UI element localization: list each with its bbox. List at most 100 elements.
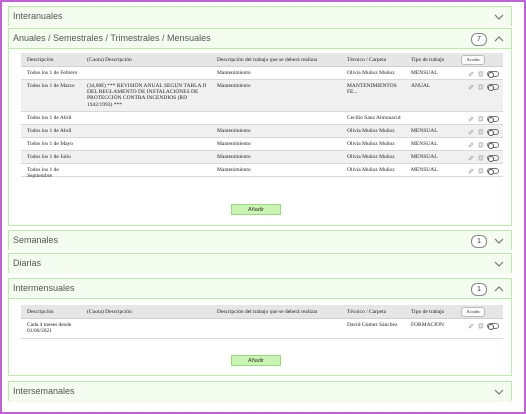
- header-cuota: (Cuota) Descripción: [87, 309, 132, 315]
- header-descripcion: Descripción: [27, 309, 54, 315]
- copy-icon[interactable]: [478, 71, 484, 77]
- copy-icon[interactable]: [478, 84, 484, 90]
- cell-descripcion: Cada 4 meses desde 01/06/2021: [27, 322, 72, 335]
- header-tecnico: Técnico / Carpeta: [347, 309, 387, 315]
- chevron-down-icon[interactable]: [492, 385, 506, 399]
- copy-icon[interactable]: [478, 323, 484, 329]
- copy-icon[interactable]: [478, 116, 484, 122]
- cell-tecnico: Cecilio Sanz Almonacid: [347, 115, 401, 121]
- panel-header-intermensuales[interactable]: Intermensuales 1: [9, 279, 511, 299]
- table-row[interactable]: Todos los 1 de Abril Mantenimiento Olivia …: [21, 125, 503, 138]
- table-row[interactable]: Todos los 1 de Marzo (34,00€) *** REVISIÓ…: [21, 80, 503, 112]
- cell-descripcion: Todos los 1 de Septiembre: [27, 167, 59, 180]
- cell-tipo: ANUAL: [411, 83, 431, 89]
- toggle-switch[interactable]: [487, 71, 499, 78]
- cell-tecnico: Olivia Muñoz Muñoz: [347, 141, 395, 147]
- cell-cuota: (34,00€) *** REVISIÓN ANUAL SEGÚN TABLA …: [87, 83, 207, 108]
- table-row[interactable]: Todos los 1 de Mayo Mantenimiento Olivia M…: [21, 138, 503, 151]
- panel-header-diarias[interactable]: Diarias: [9, 254, 511, 274]
- panel-header-semanales[interactable]: Semanales 1: [9, 231, 511, 251]
- cell-trabajo: Mantenimiento: [217, 70, 251, 76]
- header-cuota: (Cuota) Descripción: [87, 57, 132, 63]
- cell-trabajo: Mantenimiento: [217, 83, 251, 89]
- edit-icon[interactable]: [468, 129, 474, 135]
- table-row[interactable]: Todos los 1 de Abril Cecilio Sanz Almonac…: [21, 112, 503, 125]
- panel-title: Intersemanales: [13, 386, 75, 396]
- edit-icon[interactable]: [468, 323, 474, 329]
- count-badge: 7: [471, 33, 487, 46]
- edit-icon[interactable]: [468, 168, 474, 174]
- header-descripcion: Descripción: [27, 57, 54, 63]
- chevron-up-icon[interactable]: [492, 282, 506, 296]
- header-tecnico: Técnico / Carpeta: [347, 57, 387, 63]
- cell-trabajo: Mantenimiento: [217, 154, 251, 160]
- chevron-down-icon[interactable]: [492, 234, 506, 248]
- panel-title: Interanuales: [13, 11, 63, 21]
- panel-header-interanuales[interactable]: Interanuales: [9, 7, 511, 27]
- panel-title: Intermensuales: [13, 283, 75, 293]
- header-tipo: Tipo de trabajo: [411, 57, 445, 63]
- cell-descripcion: Todos los 1 de Marzo: [27, 83, 75, 89]
- cell-trabajo: Mantenimiento: [217, 128, 251, 134]
- panel-diarias: Diarias: [8, 253, 512, 274]
- cell-trabajo: Mantenimiento: [217, 167, 251, 173]
- cell-tipo: MENSUAL: [411, 167, 438, 173]
- panel-intermensuales: Intermensuales 1 Descripción (Cuota) Des…: [8, 278, 512, 376]
- table-row[interactable]: Todos los 1 de Julio Mantenimiento Olivia …: [21, 151, 503, 164]
- edit-icon[interactable]: [468, 71, 474, 77]
- copy-icon[interactable]: [478, 129, 484, 135]
- header-trabajo: Descripción del trabajo que se deberá re…: [217, 309, 318, 315]
- toggle-switch[interactable]: [487, 116, 499, 123]
- chevron-up-icon[interactable]: [492, 32, 506, 46]
- edit-icon[interactable]: [468, 142, 474, 148]
- cell-tecnico: Olivia Muñoz Muñoz: [347, 128, 395, 134]
- cell-tipo: MENSUAL: [411, 154, 438, 160]
- add-button[interactable]: Añadir: [231, 355, 281, 366]
- count-badge: 1: [471, 283, 487, 296]
- panel-header-intersemanales[interactable]: Intersemanales: [9, 382, 511, 402]
- header-accion: Acción: [461, 307, 485, 317]
- chevron-down-icon[interactable]: [492, 10, 506, 24]
- edit-icon[interactable]: [468, 84, 474, 90]
- header-trabajo: Descripción del trabajo que se deberá re…: [217, 57, 318, 63]
- table-row[interactable]: Cada 4 meses desde 01/06/2021 David Gómez…: [21, 319, 503, 339]
- table-row[interactable]: Todos los 1 de Septiembre Mantenimiento Ol…: [21, 164, 503, 180]
- count-badge: 1: [471, 235, 487, 248]
- header-accion: Acción: [461, 55, 485, 65]
- cell-descripcion: Todos los 1 de Abril: [27, 128, 72, 134]
- panel-title: Semanales: [13, 235, 59, 245]
- cell-descripcion: Todos los 1 de Mayo: [27, 141, 74, 147]
- panel-header-anuales[interactable]: Anuales / Semestrales / Trimestrales / M…: [9, 29, 511, 49]
- table-row[interactable]: Todos los 1 de Febrero Mantenimiento Olivi…: [21, 67, 503, 80]
- toggle-switch[interactable]: [487, 129, 499, 136]
- copy-icon[interactable]: [478, 142, 484, 148]
- cell-descripcion: Todos los 1 de Julio: [27, 154, 71, 160]
- cell-descripcion: Todos los 1 de Abril: [27, 115, 72, 121]
- cell-descripcion: Todos los 1 de Febrero: [27, 70, 78, 76]
- cell-tecnico: MANTENIMIENTOS FE...: [347, 83, 397, 96]
- cell-tipo: MENSUAL: [411, 141, 438, 147]
- chevron-down-icon[interactable]: [492, 257, 506, 271]
- copy-icon[interactable]: [478, 168, 484, 174]
- toggle-switch[interactable]: [487, 142, 499, 149]
- panel-semanales: Semanales 1: [8, 230, 512, 251]
- panel-title: Diarias: [13, 258, 42, 268]
- header-tipo: Tipo de trabajo: [411, 309, 445, 315]
- copy-icon[interactable]: [478, 155, 484, 161]
- cell-tecnico: Olivia Muñoz Muñoz: [347, 167, 395, 173]
- table-header: Descripción (Cuota) Descripción Descripc…: [21, 53, 503, 67]
- table-header: Descripción (Cuota) Descripción Descripc…: [21, 305, 503, 319]
- panel-title: Anuales / Semestrales / Trimestrales / M…: [13, 33, 211, 43]
- toggle-switch[interactable]: [487, 84, 499, 91]
- toggle-switch[interactable]: [487, 323, 499, 330]
- edit-icon[interactable]: [468, 155, 474, 161]
- panel-intersemanales: Intersemanales: [8, 381, 512, 402]
- cell-trabajo: Mantenimiento: [217, 141, 251, 147]
- cell-tipo: FORMACIÓN: [411, 322, 445, 328]
- toggle-switch[interactable]: [487, 168, 499, 175]
- panel-interanuales: Interanuales: [8, 6, 512, 27]
- cell-tecnico: David Gómez Sánchez: [347, 322, 398, 328]
- add-button[interactable]: Añadir: [231, 204, 281, 215]
- edit-icon[interactable]: [468, 116, 474, 122]
- toggle-switch[interactable]: [487, 155, 499, 162]
